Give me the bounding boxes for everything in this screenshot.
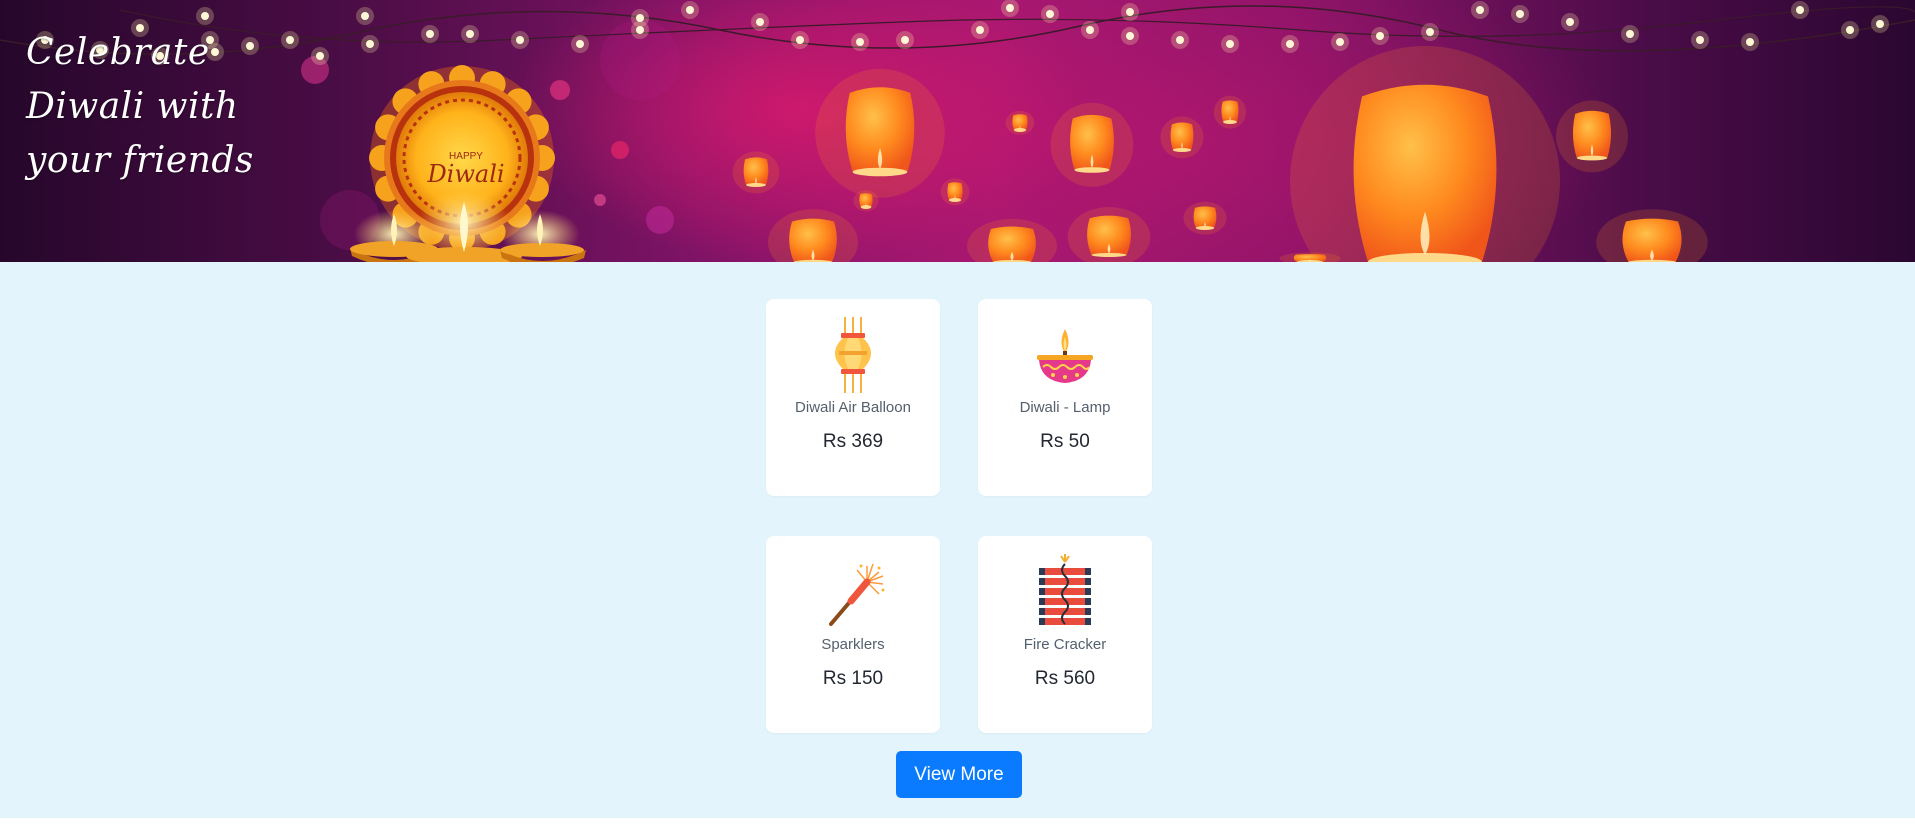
product-name: Sparklers	[821, 636, 885, 653]
rangoli-illustration: HAPPY Diwali	[350, 65, 586, 262]
footer-strip	[0, 818, 1915, 829]
sparkler-icon	[829, 563, 885, 626]
view-more-button[interactable]: View More	[896, 751, 1022, 798]
diya-lamp-icon	[1037, 329, 1093, 383]
product-name: Fire Cracker	[1023, 636, 1107, 653]
product-price: Rs 560	[1034, 668, 1096, 689]
rangoli-text-main: Diwali	[426, 160, 504, 188]
product-name: Diwali Air Balloon	[795, 399, 911, 416]
banner-illustration: HAPPY Diwali	[0, 0, 1915, 262]
banner-title-line-1: Celebrate	[26, 32, 210, 73]
product-card-fire-cracker[interactable]: Fire Cracker Rs 560	[978, 536, 1152, 733]
banner-title-line-3: your friends	[26, 140, 254, 181]
product-price: Rs 369	[822, 431, 884, 452]
product-card-lamp[interactable]: Diwali - Lamp Rs 50	[978, 299, 1152, 496]
sky-lanterns	[732, 46, 1708, 262]
light-bulbs	[36, 0, 1889, 65]
product-card-sparklers[interactable]: Sparklers Rs 150	[766, 536, 940, 733]
banner-title-line-2: Diwali with	[26, 86, 239, 127]
lantern-icon	[835, 317, 871, 393]
product-section: Diwali Air Balloon Rs 369 Diwali - Lamp …	[0, 262, 1915, 818]
product-name: Diwali - Lamp	[1019, 399, 1111, 416]
hero-banner: HAPPY Diwali Celebrate Diwali with your …	[0, 0, 1915, 262]
product-price: Rs 50	[1040, 431, 1090, 452]
firecracker-icon	[1039, 554, 1091, 625]
banner-title: Celebrate Diwali with your friends	[26, 26, 286, 188]
product-price: Rs 150	[822, 668, 884, 689]
product-card-air-balloon[interactable]: Diwali Air Balloon Rs 369	[766, 299, 940, 496]
